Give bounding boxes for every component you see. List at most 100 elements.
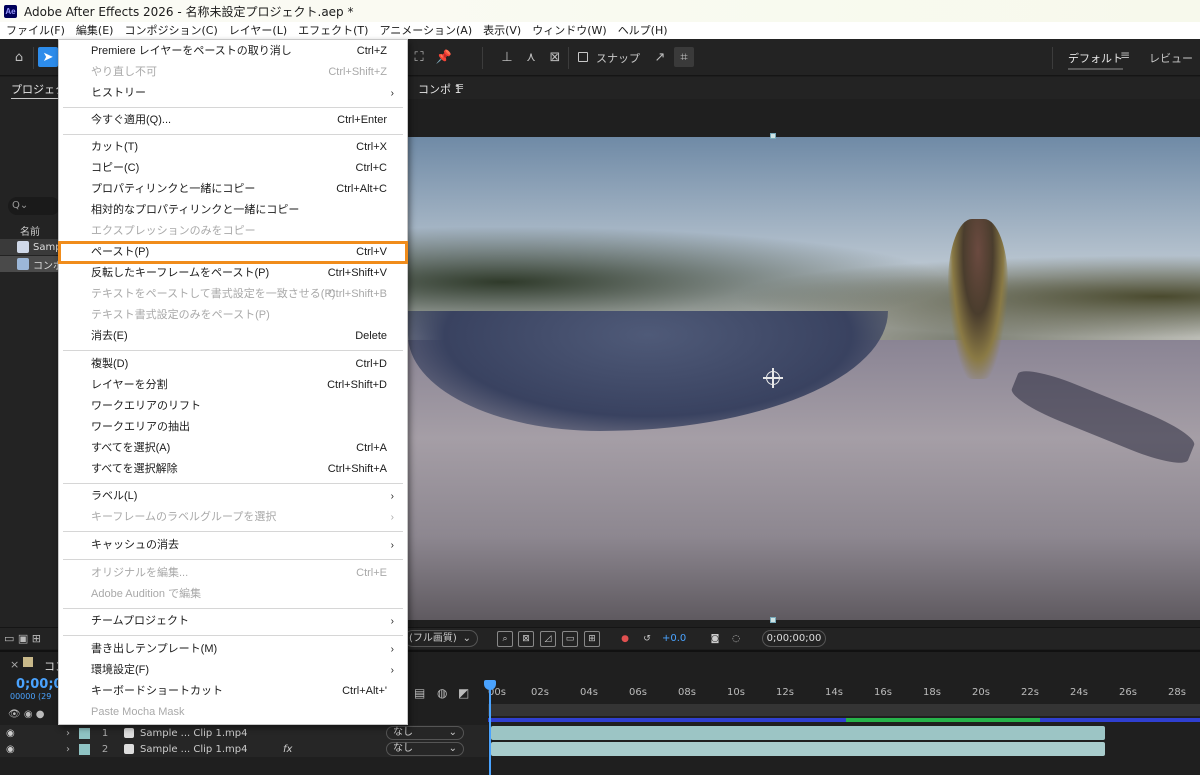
menu-window[interactable]: ウィンドウ(W) <box>526 22 611 39</box>
show-snapshot-icon[interactable]: ◌ <box>728 631 744 647</box>
menu-item-paste[interactable]: ペースト(P) Ctrl+V <box>58 241 408 264</box>
graph-editor-icon[interactable]: ◩ <box>458 686 469 700</box>
project-item-footage[interactable]: Sample ... Clip 1.mp4 <box>0 239 60 255</box>
axis-local-icon[interactable]: ⊥ <box>497 47 517 67</box>
parent-dropdown[interactable]: なし ⌄ <box>386 726 464 740</box>
selection-tool-icon[interactable]: ➤ <box>38 47 58 67</box>
menu-item-select-all[interactable]: すべてを選択(A) Ctrl+A <box>59 438 407 459</box>
layer-name[interactable]: Sample ... Clip 1.mp4 <box>140 744 247 755</box>
layer-row[interactable]: ◉ › 2 Sample ... Clip 1.mp4 fx なし ⌄ <box>0 741 488 757</box>
menu-edit[interactable]: 編集(E) <box>70 22 119 39</box>
menu-item-edit-in-audition[interactable]: Adobe Audition で編集 <box>59 584 407 605</box>
composition-tab-menu-icon[interactable]: ≡ <box>455 80 464 93</box>
menu-item-copy[interactable]: コピー(C) Ctrl+C <box>59 158 407 179</box>
menu-item-label: やり直し不可 <box>91 66 157 78</box>
menu-item-label: ワークエリアの抽出 <box>91 421 190 433</box>
menu-item-redo[interactable]: やり直し不可 Ctrl+Shift+Z <box>59 62 407 83</box>
project-column-name[interactable]: 名前 <box>20 223 40 238</box>
menu-item-paste-mocha-mask[interactable]: Paste Mocha Mask <box>59 702 407 723</box>
menu-item-edit-original[interactable]: オリジナルを編集... Ctrl+E <box>59 563 407 584</box>
menu-item-undo-paste[interactable]: Premiere レイヤーをペーストの取り消し Ctrl+Z <box>59 41 407 62</box>
menu-effect[interactable]: エフェクト(T) <box>292 22 373 39</box>
menu-item-select-keyframe-label-group[interactable]: キーフレームのラベルグループを選択 › <box>59 507 407 528</box>
layer-clip-bar[interactable] <box>491 726 1105 740</box>
snap-checkbox[interactable] <box>578 52 588 62</box>
composition-viewer[interactable] <box>408 99 1200 627</box>
menu-item-purge-cache[interactable]: キャッシュの消去 › <box>59 535 407 556</box>
close-tab-icon[interactable]: × <box>10 658 19 671</box>
snap-features-icon[interactable]: ⌗ <box>674 47 694 67</box>
menu-item-paste-text-formatting-only[interactable]: テキスト書式設定のみをペースト(P) <box>59 305 407 326</box>
work-area-bar[interactable] <box>488 704 1200 716</box>
menu-item-extract-work-area[interactable]: ワークエリアの抽出 <box>59 417 407 438</box>
menu-help[interactable]: ヘルプ(H) <box>612 22 673 39</box>
project-search-input[interactable]: Q⌄ <box>8 197 60 215</box>
menu-view[interactable]: 表示(V) <box>477 22 526 39</box>
workspace-menu-icon[interactable]: ≡ <box>1120 48 1130 62</box>
playhead[interactable] <box>489 682 491 775</box>
layer-name[interactable]: Sample ... Clip 1.mp4 <box>140 728 247 739</box>
effect-fx-icon[interactable]: fx <box>283 744 292 755</box>
camera-snapshot-icon[interactable]: ◙ <box>707 631 723 647</box>
layer-row[interactable]: ◉ › 1 Sample ... Clip 1.mp4 なし ⌄ <box>0 725 488 741</box>
menu-item-label: Paste Mocha Mask <box>91 706 185 718</box>
menu-item-label-submenu[interactable]: ラベル(L) › <box>59 486 407 507</box>
layer-handle-bottom[interactable] <box>770 617 776 623</box>
channel-color-icon[interactable]: ● <box>617 631 633 647</box>
layer-label-color[interactable] <box>79 727 90 739</box>
transparency-grid-icon[interactable]: ⊠ <box>518 631 534 647</box>
layer-clip-bar[interactable] <box>491 742 1105 756</box>
menu-item-paste-reversed-keyframes[interactable]: 反転したキーフレームをペースト(P) Ctrl+Shift+V <box>59 263 407 284</box>
viewer-timecode[interactable]: 0;00;00;00 <box>762 630 826 647</box>
fast-previews-icon[interactable]: ⌕ <box>497 631 513 647</box>
snap-edges-icon[interactable]: ↗ <box>650 47 670 67</box>
menu-layer[interactable]: レイヤー(L) <box>223 22 292 39</box>
exposure-value[interactable]: +0.0 <box>662 633 686 644</box>
time-ruler[interactable]: 00s 02s 04s 06s 08s 10s 12s 14s 16s 18s … <box>488 685 1200 703</box>
menu-item-preferences[interactable]: 環境設定(F) › <box>59 660 407 681</box>
menu-item-keyboard-shortcuts[interactable]: キーボードショートカット Ctrl+Alt+' <box>59 681 407 702</box>
frame-blending-icon[interactable]: ▤ <box>414 686 425 700</box>
region-of-interest-icon[interactable]: ▭ <box>562 631 578 647</box>
visibility-icon[interactable]: ◉ <box>6 744 15 755</box>
expand-chevron-icon[interactable]: › <box>66 728 70 739</box>
guides-icon[interactable]: ⊞ <box>584 631 600 647</box>
menu-composition[interactable]: コンポジション(C) <box>118 22 222 39</box>
menu-item-history[interactable]: ヒストリー › <box>59 83 407 104</box>
anchor-point-icon[interactable] <box>763 368 783 388</box>
menu-item-paste-text-match-formatting[interactable]: テキストをペーストして書式設定を一致させる(P) Ctrl+Shift+B <box>59 284 407 305</box>
workspace-review-tab[interactable]: レビュー <box>1149 50 1193 66</box>
reset-exposure-icon[interactable]: ↺ <box>639 631 655 647</box>
motion-blur-icon[interactable]: ◍ <box>437 686 447 700</box>
home-icon[interactable]: ⌂ <box>9 47 29 67</box>
menu-item-copy-with-property-links[interactable]: プロパティリンクと一緒にコピー Ctrl+Alt+C <box>59 179 407 200</box>
submenu-chevron-icon: › <box>390 540 394 551</box>
menu-divider <box>63 531 403 532</box>
mask-path-icon[interactable]: ◿ <box>540 631 556 647</box>
menu-item-deselect-all[interactable]: すべてを選択解除 Ctrl+Shift+A <box>59 459 407 480</box>
visibility-icon[interactable]: ◉ <box>6 728 15 739</box>
layer-handle-top[interactable] <box>770 133 776 139</box>
pin-tool-icon[interactable]: 📌 <box>434 47 454 67</box>
layer-label-color[interactable] <box>79 743 90 755</box>
menu-item-team-project[interactable]: チームプロジェクト › <box>59 611 407 632</box>
puppet-tool-icon[interactable]: ⛶ <box>409 47 429 67</box>
resolution-dropdown[interactable]: (フル画質) ⌄ <box>404 630 478 647</box>
workspace-default-tab[interactable]: デフォルト <box>1068 50 1123 70</box>
menu-item-clear[interactable]: 消去(E) Delete <box>59 326 407 347</box>
parent-dropdown[interactable]: なし ⌄ <box>386 742 464 756</box>
expand-chevron-icon[interactable]: › <box>66 744 70 755</box>
menu-item-duplicate[interactable]: 複製(D) Ctrl+D <box>59 354 407 375</box>
menu-item-copy-expression-only[interactable]: エクスプレッションのみをコピー <box>59 221 407 242</box>
menu-item-export-templates[interactable]: 書き出しテンプレート(M) › <box>59 639 407 660</box>
menu-file[interactable]: ファイル(F) <box>0 22 70 39</box>
menu-item-apply-now[interactable]: 今すぐ適用(Q)... Ctrl+Enter <box>59 110 407 131</box>
menu-item-copy-with-relative-property-links[interactable]: 相対的なプロパティリンクと一緒にコピー <box>59 200 407 221</box>
axis-view-icon[interactable]: ⊠ <box>545 47 565 67</box>
axis-world-icon[interactable]: ⋏ <box>521 47 541 67</box>
menu-item-lift-work-area[interactable]: ワークエリアのリフト <box>59 396 407 417</box>
menu-animation[interactable]: アニメーション(A) <box>373 22 477 39</box>
project-item-composition[interactable]: コンポ 1 <box>0 256 60 272</box>
menu-item-split-layer[interactable]: レイヤーを分割 Ctrl+Shift+D <box>59 375 407 396</box>
menu-item-cut[interactable]: カット(T) Ctrl+X <box>59 137 407 158</box>
